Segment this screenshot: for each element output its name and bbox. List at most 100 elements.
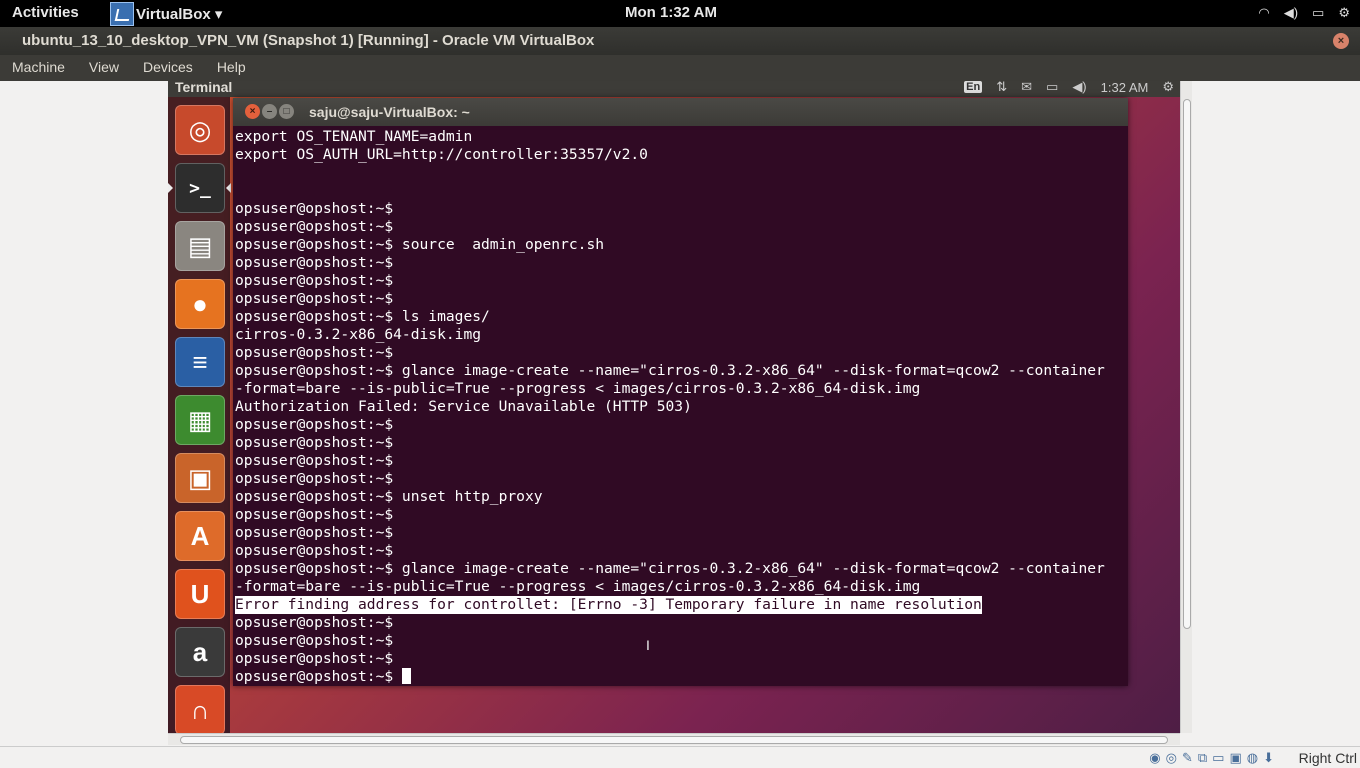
- activities-button[interactable]: Activities: [12, 4, 79, 21]
- keyboard-layout-indicator[interactable]: En: [964, 81, 983, 93]
- shared-folder-icon[interactable]: ▭: [1212, 750, 1224, 766]
- menu-help[interactable]: Help: [205, 55, 258, 81]
- launcher-impress-icon[interactable]: ▣: [175, 453, 225, 503]
- terminal-line-text: opsuser@opshost:~$: [235, 614, 394, 631]
- terminal-line: opsuser@opshost:~$: [235, 614, 1126, 632]
- terminal-line: opsuser@opshost:~$: [235, 632, 1126, 650]
- volume-icon[interactable]: ◀): [1284, 5, 1298, 21]
- mouse-integration-icon[interactable]: ◍: [1247, 750, 1258, 766]
- vertical-scrollbar[interactable]: [1180, 81, 1192, 733]
- terminal-close-button[interactable]: ×: [245, 104, 260, 119]
- gnome-top-bar: Activities VirtualBox ▾ Mon 1:32 AM ◠ ◀)…: [0, 0, 1360, 27]
- launcher-ubuntu-dash-icon[interactable]: ◎: [175, 105, 225, 155]
- terminal-line-text: opsuser@opshost:~$: [235, 344, 394, 361]
- terminal-line-text: opsuser@opshost:~$ unset http_proxy: [235, 488, 543, 505]
- battery-indicator-icon[interactable]: ▭: [1046, 81, 1058, 95]
- battery-icon[interactable]: ▭: [1312, 5, 1324, 21]
- terminal-line: opsuser@opshost:~$ unset http_proxy: [235, 488, 1126, 506]
- gear-icon[interactable]: ⚙: [1338, 5, 1350, 21]
- terminal-line-text: opsuser@opshost:~$ glance image-create -…: [235, 362, 1105, 379]
- terminal-line: opsuser@opshost:~$: [235, 272, 1126, 290]
- terminal-line-text: opsuser@opshost:~$: [235, 632, 394, 649]
- terminal-line: export OS_TENANT_NAME=admin: [235, 128, 1126, 146]
- terminal-line: opsuser@opshost:~$ glance image-create -…: [235, 560, 1126, 578]
- launcher-ubuntu-one-music-icon[interactable]: ∩: [175, 685, 225, 733]
- sound-indicator-icon[interactable]: ◀): [1072, 81, 1086, 95]
- terminal-line: opsuser@opshost:~$: [235, 344, 1126, 362]
- optical-drive-icon[interactable]: ◎: [1166, 750, 1177, 766]
- launcher-active-indicator: [168, 183, 173, 193]
- terminal-maximize-button[interactable]: □: [279, 104, 294, 119]
- terminal-line-text: export OS_AUTH_URL=http://controller:353…: [235, 146, 648, 163]
- launcher-software-center-icon[interactable]: A: [175, 511, 225, 561]
- terminal-line-text: opsuser@opshost:~$: [235, 668, 402, 684]
- horizontal-scrollbar[interactable]: [168, 733, 1180, 745]
- menu-machine[interactable]: Machine: [0, 55, 77, 81]
- terminal-line-text: opsuser@opshost:~$ ls images/: [235, 308, 490, 325]
- selected-error-text: Error finding address for controllet: [E…: [235, 596, 982, 614]
- display-icon[interactable]: ▣: [1229, 750, 1241, 766]
- menu-devices[interactable]: Devices: [131, 55, 205, 81]
- launcher-amazon-icon[interactable]: a: [175, 627, 225, 677]
- terminal-line: Authorization Failed: Service Unavailabl…: [235, 398, 1126, 416]
- terminal-line: opsuser@opshost:~$: [235, 200, 1126, 218]
- terminal-line-text: opsuser@opshost:~$: [235, 650, 394, 667]
- network-icon[interactable]: ⧉: [1198, 750, 1207, 766]
- clock[interactable]: Mon 1:32 AM: [625, 4, 717, 21]
- terminal-line: opsuser@opshost:~$: [235, 506, 1126, 524]
- device-icons: ◉ ◎ ✎ ⧉ ▭ ▣ ◍ ⬇: [1149, 750, 1274, 766]
- terminal-window[interactable]: × – □ saju@saju-VirtualBox: ~ export OS_…: [233, 98, 1128, 686]
- window-close-button[interactable]: ×: [1333, 33, 1349, 49]
- terminal-line-text: -format=bare --is-public=True --progress…: [235, 578, 921, 595]
- terminal-line: opsuser@opshost:~$ ls images/: [235, 308, 1126, 326]
- vertical-scroll-thumb[interactable]: [1183, 99, 1191, 629]
- menu-bar: Machine View Devices Help: [0, 55, 1360, 81]
- launcher-calc-icon[interactable]: ▦: [175, 395, 225, 445]
- host-key-label: Right Ctrl: [1298, 750, 1357, 766]
- terminal-line: -format=bare --is-public=True --progress…: [235, 578, 1126, 596]
- unity-launcher: ◎ >_ ▤ ● ≡ ▦ ▣ A Ua ∩: [168, 97, 231, 733]
- hard-disk-icon[interactable]: ◉: [1149, 750, 1160, 766]
- guest-screen[interactable]: Terminal En ⇅ ✉ ▭ ◀) 1:32 AM ⚙ ◎ >_ ▤ ● ≡ ▦ ▣ A…: [168, 81, 1180, 733]
- terminal-line: opsuser@opshost:~$ glance image-create -…: [235, 362, 1126, 380]
- terminal-title-bar[interactable]: × – □ saju@saju-VirtualBox: ~: [233, 98, 1128, 126]
- wifi-icon[interactable]: ◠: [1258, 5, 1269, 21]
- launcher-firefox-icon[interactable]: ●: [175, 279, 225, 329]
- network-indicator-icon[interactable]: ⇅: [996, 81, 1007, 95]
- terminal-line: Error finding address for controllet: [E…: [235, 596, 1126, 614]
- launcher-terminal-icon[interactable]: >_: [175, 163, 225, 213]
- terminal-line: opsuser@opshost:~$: [235, 650, 1126, 668]
- menu-view[interactable]: View: [77, 55, 131, 81]
- terminal-line: opsuser@opshost:~$: [235, 218, 1126, 236]
- terminal-line-text: opsuser@opshost:~$: [235, 452, 394, 469]
- terminal-line: opsuser@opshost:~$: [235, 668, 1126, 684]
- terminal-line-text: opsuser@opshost:~$: [235, 416, 394, 433]
- launcher-writer-icon[interactable]: ≡: [175, 337, 225, 387]
- terminal-line-text: opsuser@opshost:~$ source admin_openrc.s…: [235, 236, 605, 253]
- terminal-line-text: cirros-0.3.2-x86_64-disk.img: [235, 326, 482, 343]
- horizontal-scroll-thumb[interactable]: [180, 736, 1168, 744]
- system-tray: ◠ ◀) ▭ ⚙: [1258, 5, 1350, 21]
- launcher-focus-indicator: [226, 183, 231, 193]
- terminal-line-text: opsuser@opshost:~$: [235, 200, 394, 217]
- terminal-line: opsuser@opshost:~$: [235, 452, 1126, 470]
- terminal-line: opsuser@opshost:~$: [235, 542, 1126, 560]
- app-menu[interactable]: VirtualBox ▾: [110, 0, 222, 27]
- mail-indicator-icon[interactable]: ✉: [1021, 81, 1032, 95]
- terminal-line: opsuser@opshost:~$: [235, 434, 1126, 452]
- text-cursor-icon: I: [646, 637, 650, 653]
- host-key-icon[interactable]: ⬇: [1263, 750, 1274, 766]
- terminal-output[interactable]: export OS_TENANT_NAME=admin export OS_AUT…: [235, 126, 1126, 684]
- terminal-line-text: export OS_TENANT_NAME=admin: [235, 128, 473, 145]
- terminal-minimize-button[interactable]: –: [262, 104, 277, 119]
- session-gear-icon[interactable]: ⚙: [1162, 81, 1174, 95]
- launcher-ubuntu-one-icon[interactable]: U: [175, 569, 225, 619]
- terminal-line-text: opsuser@opshost:~$ glance image-create -…: [235, 560, 1105, 577]
- terminal-line-text: opsuser@opshost:~$: [235, 524, 394, 541]
- guest-clock[interactable]: 1:32 AM: [1101, 81, 1149, 95]
- window-title-bar: ubuntu_13_10_desktop_VPN_VM (Snapshot 1)…: [0, 27, 1360, 55]
- launcher-files-icon[interactable]: ▤: [175, 221, 225, 271]
- app-menu-label: VirtualBox ▾: [136, 5, 223, 23]
- usb-icon[interactable]: ✎: [1182, 750, 1193, 766]
